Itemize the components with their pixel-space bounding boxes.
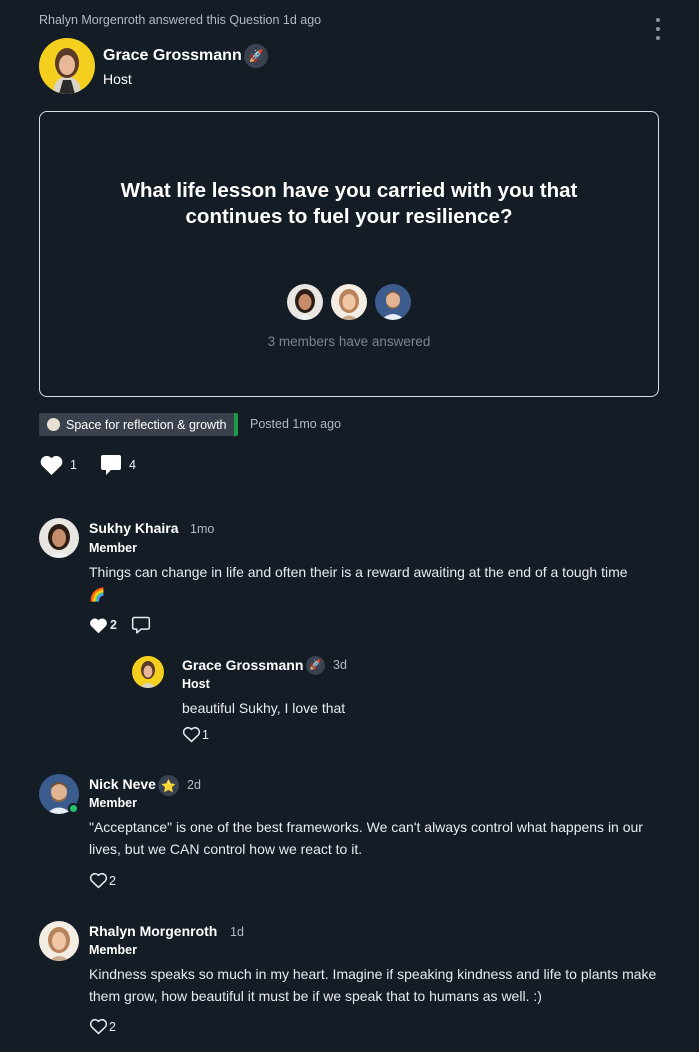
- kebab-dot: [656, 18, 660, 22]
- space-tag[interactable]: Space for reflection & growth: [39, 413, 238, 436]
- answerer-avatar-nick[interactable]: [373, 282, 413, 322]
- rainbow-emoji: 🌈: [89, 587, 106, 602]
- commenter-name[interactable]: Sukhy Khaira: [89, 520, 178, 536]
- commenter-name[interactable]: Nick Neve: [89, 776, 156, 792]
- commenter-role: Member: [89, 943, 137, 957]
- reply-time: 3d: [333, 658, 347, 672]
- commenter-name[interactable]: Rhalyn Morgenroth: [89, 923, 217, 939]
- comment-reactions: 2: [89, 1018, 116, 1035]
- comment-text: Kindness speaks so much in my heart. Ima…: [89, 966, 657, 1004]
- like-count: 1: [70, 458, 77, 472]
- posted-time: Posted 1mo ago: [250, 417, 342, 431]
- question-text: What life lesson have you carried with y…: [120, 179, 578, 228]
- question-card[interactable]: What life lesson have you carried with y…: [39, 111, 659, 397]
- reply-avatar[interactable]: [132, 656, 164, 688]
- commenter-role: Member: [89, 541, 137, 555]
- reply-role: Host: [182, 677, 210, 691]
- comment-text: "Acceptance" is one of the best framewor…: [89, 819, 643, 857]
- rocket-glyph: 🚀: [248, 49, 264, 63]
- kebab-dot: [656, 36, 660, 40]
- host-name[interactable]: Grace Grossmann: [103, 47, 242, 65]
- like-count: 2: [109, 1019, 116, 1034]
- comment-reactions: 2: [89, 872, 116, 889]
- host-avatar[interactable]: [39, 38, 95, 94]
- comment-count: 4: [128, 458, 136, 472]
- comment-body: Things can change in life and often thei…: [89, 564, 628, 580]
- heart-outline-icon[interactable]: [182, 726, 201, 743]
- comment-icon[interactable]: [99, 453, 123, 477]
- commenter-avatar[interactable]: [39, 921, 79, 961]
- post-reactions: 1 4: [39, 453, 136, 477]
- comment-reactions: 2: [89, 615, 151, 635]
- commenter-avatar[interactable]: [39, 518, 79, 558]
- comment-text: Things can change in life and often thei…: [89, 561, 669, 606]
- comment-time: 1mo: [190, 522, 215, 536]
- heart-icon[interactable]: [89, 617, 108, 634]
- commenter-role: Member: [89, 796, 137, 810]
- comment-time: 1d: [230, 925, 244, 939]
- reply-text: beautiful Sukhy, I love that: [182, 700, 346, 716]
- rocket-glyph: 🚀: [309, 660, 322, 671]
- space-icon: [47, 418, 60, 431]
- host-role: Host: [103, 71, 132, 87]
- space-name: Space for reflection & growth: [66, 417, 227, 432]
- comment-time: 2d: [187, 778, 201, 792]
- reply-icon[interactable]: [131, 615, 151, 635]
- reply-author-name[interactable]: Grace Grossmann: [182, 657, 303, 673]
- online-status-indicator: [68, 803, 79, 814]
- star-badge-icon: ⭐: [158, 775, 179, 796]
- like-count: 2: [110, 618, 117, 632]
- rocket-badge-icon: 🚀: [306, 656, 325, 675]
- reply-reactions: 1: [182, 726, 209, 743]
- like-count: 2: [109, 873, 116, 888]
- heart-icon[interactable]: [39, 454, 64, 476]
- activity-line: Rhalyn Morgenroth answered this Question…: [39, 13, 322, 27]
- answerer-avatar-rhalyn[interactable]: [329, 282, 369, 322]
- kebab-dot: [656, 27, 660, 31]
- star-glyph: ⭐: [161, 778, 176, 793]
- heart-outline-icon[interactable]: [89, 1018, 108, 1035]
- answerer-avatar-sukhy[interactable]: [285, 282, 325, 322]
- answered-count[interactable]: 3 members have answered: [40, 334, 658, 349]
- more-options-button[interactable]: [650, 18, 666, 40]
- heart-outline-icon[interactable]: [89, 872, 108, 889]
- like-count: 1: [202, 727, 209, 742]
- rocket-badge-icon: 🚀: [244, 44, 268, 68]
- answerer-avatars[interactable]: [40, 282, 658, 322]
